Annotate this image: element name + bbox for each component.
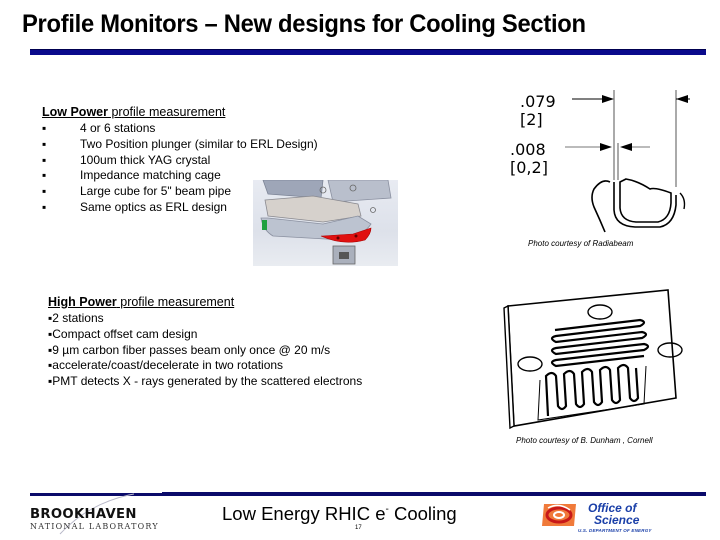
crystal-dimension-graphic: .079 [2] .008 [0,2] xyxy=(510,90,690,233)
list-item-text: Impedance matching cage xyxy=(80,168,221,183)
footer-divider-right xyxy=(162,492,706,496)
high-power-heading-bold: High Power xyxy=(48,295,117,309)
list-item-text: 4 or 6 stations xyxy=(80,121,156,135)
list-item-text: Same optics as ERL design xyxy=(80,199,227,214)
bnl-subtitle: NATIONAL LABORATORY xyxy=(30,522,159,531)
list-item: ▪accelerate/coast/decelerate in two rota… xyxy=(48,358,362,374)
list-item-text: 9 µm carbon fiber passes beam only once … xyxy=(52,342,331,357)
doe-science: Science xyxy=(594,513,640,527)
list-item-text: Large cube for 5" beam pipe xyxy=(80,184,232,199)
high-power-heading: High Power profile measurement xyxy=(48,295,234,309)
doe-swirl-icon xyxy=(542,504,576,526)
doe-department: U.S. DEPARTMENT OF ENERGY xyxy=(578,528,652,533)
dim2-inch-label: .008 xyxy=(510,140,546,159)
footer-title: Low Energy RHIC e- Cooling xyxy=(222,503,457,525)
bnl-name: BROOKHAVEN xyxy=(30,506,137,522)
wire-scanner-graphic xyxy=(503,289,683,430)
cornell-caption: Photo courtesy of B. Dunham , Cornell xyxy=(516,436,653,445)
dim1-inch-label: .079 xyxy=(520,92,556,111)
crystal-dimension-drawing: .079 [2] .008 [0,2] xyxy=(490,85,690,237)
bullet-icon: ▪ xyxy=(42,168,47,183)
dim1-mm-label: [2] xyxy=(520,110,543,129)
list-item: ▪ 100um thick YAG crystal xyxy=(42,153,318,169)
list-item-text: accelerate/coast/decelerate in two rotat… xyxy=(52,358,284,373)
slide-title: Profile Monitors – New designs for Cooli… xyxy=(22,10,586,38)
title-divider xyxy=(30,49,706,55)
wire-scanner-drawing xyxy=(490,288,690,433)
plunger-cad-image xyxy=(253,179,398,266)
radiabeam-caption: Photo courtesy of Radiabeam xyxy=(528,239,634,248)
list-item: ▪PMT detects X - rays generated by the s… xyxy=(48,374,362,390)
list-item-text: Two Position plunger (similar to ERL Des… xyxy=(80,136,318,151)
list-item: ▪Compact offset cam design xyxy=(48,327,362,343)
high-power-list: ▪2 stations ▪Compact offset cam design ▪… xyxy=(48,311,362,390)
low-power-heading-bold: Low Power xyxy=(42,105,108,119)
bullet-icon: ▪ xyxy=(42,136,47,151)
footer-title-end: Cooling xyxy=(388,503,457,524)
list-item-text: Compact offset cam design xyxy=(52,326,198,341)
bullet-icon: ▪ xyxy=(42,121,47,135)
bullet-icon: ▪ xyxy=(42,184,47,199)
brookhaven-logo: BROOKHAVEN NATIONAL LABORATORY xyxy=(30,493,165,536)
dim2-mm-label: [0,2] xyxy=(510,158,548,177)
page-number: 17 xyxy=(355,525,362,531)
list-item: ▪2 stations xyxy=(48,311,362,327)
list-item-text: PMT detects X - rays generated by the sc… xyxy=(52,374,363,389)
list-item: ▪ Two Position plunger (similar to ERL De… xyxy=(42,137,318,153)
plunger-cad-graphic xyxy=(260,179,392,265)
bullet-icon: ▪ xyxy=(42,152,47,167)
low-power-heading-rest: profile measurement xyxy=(107,105,226,119)
low-power-heading: Low Power profile measurement xyxy=(42,105,225,119)
bullet-icon: ▪ xyxy=(42,199,47,214)
office-of-science-logo: Office of Science U.S. DEPARTMENT OF ENE… xyxy=(540,500,660,536)
list-item-text: 100um thick YAG crystal xyxy=(80,152,211,167)
list-item-text: 2 stations xyxy=(52,311,104,325)
list-item: ▪ 4 or 6 stations xyxy=(42,121,318,137)
footer-title-main: Low Energy RHIC e xyxy=(222,503,386,524)
list-item: ▪9 µm carbon fiber passes beam only once… xyxy=(48,343,362,359)
high-power-heading-rest: profile measurement xyxy=(116,295,235,309)
